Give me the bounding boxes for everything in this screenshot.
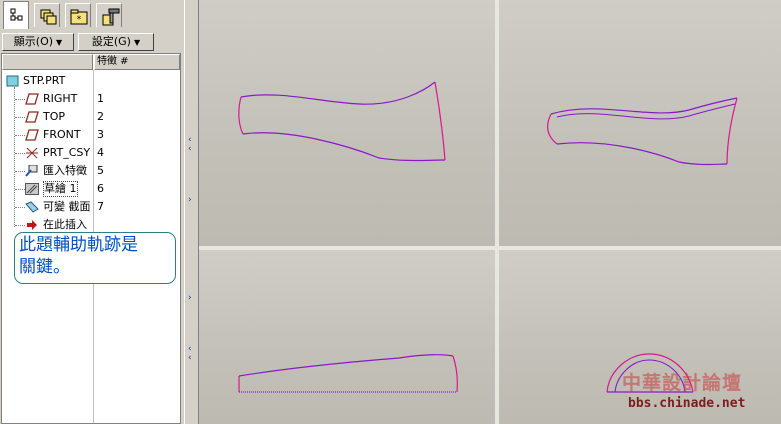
tree-item-front[interactable]: FRONT [24, 127, 94, 143]
tree-item-top[interactable]: TOP [24, 109, 94, 125]
watermark-url: bbs.chinade.net [628, 396, 746, 411]
sketch-icon [25, 183, 39, 195]
tree-header-name-column[interactable] [2, 54, 93, 70]
tree-header: 特徵 # [2, 54, 180, 70]
callout-line-2: 關鍵。 [19, 257, 70, 277]
datum-plane-icon [25, 129, 39, 141]
model-tree-panel: * 顯示(O) ▼ 設定(G) ▼ 特徵 # STP.PRT RIGHT 1 T… [0, 0, 185, 424]
feature-number: 6 [97, 182, 104, 195]
datum-plane-icon [25, 93, 39, 105]
callout-line-1: 此題輔助軌跡是 [19, 235, 138, 255]
import-feature-icon [25, 165, 38, 177]
tree-item-label: 匯入特徵 [43, 164, 87, 177]
settings-button[interactable]: 設定(G) ▼ [78, 33, 154, 51]
expand-arrow-icon[interactable]: › [188, 294, 196, 303]
tree-item-label: 可變 截面 [43, 200, 91, 213]
feature-number: 1 [97, 92, 104, 105]
feature-number: 3 [97, 128, 104, 141]
variable-section-sweep-icon [25, 201, 39, 213]
watermark-logo: 中華設計論壇 bbs.chinade.net [622, 368, 772, 416]
viewport-front-view[interactable] [199, 0, 495, 246]
feature-number: 2 [97, 110, 104, 123]
feature-number: 4 [97, 146, 104, 159]
tab-favorites[interactable] [96, 3, 122, 27]
chevron-down-icon: ▼ [133, 38, 141, 47]
tab-layers[interactable] [34, 3, 60, 27]
collapse-arrow-icon[interactable]: ‹ [188, 136, 196, 145]
tree-item-label: 草繪 1 [43, 181, 78, 197]
feature-number: 7 [97, 200, 104, 213]
part-icon [6, 75, 19, 87]
tree-item-label: TOP [43, 110, 66, 123]
collapse-arrow-icon[interactable]: ‹ [188, 345, 196, 354]
folder-icon: * [70, 9, 88, 25]
display-button[interactable]: 顯示(O) ▼ [2, 33, 74, 51]
tree-header-feature-number[interactable]: 特徵 # [94, 54, 180, 70]
tree-item-label: FRONT [43, 128, 81, 141]
feature-number: 5 [97, 164, 104, 177]
tree-item-label: STP.PRT [23, 74, 66, 87]
tab-folder-browser[interactable]: * [65, 3, 91, 27]
svg-text:*: * [77, 15, 82, 25]
panel-tabs: * [0, 0, 185, 30]
tree-item-label: PRT_CSY [43, 146, 91, 159]
collapse-arrow-icon[interactable]: ‹ [188, 354, 196, 363]
tree-item-prt-csys[interactable]: PRT_CSY [24, 145, 94, 161]
tree-item-sketch-1[interactable]: 草繪 1 [24, 181, 94, 197]
viewport-top-view[interactable] [199, 250, 495, 424]
coordinate-system-icon [26, 147, 38, 159]
watermark-title: 中華設計論壇 [622, 372, 743, 394]
sweep-profile-front [238, 81, 446, 162]
model-tree-icon [10, 8, 23, 21]
tree-item-right[interactable]: RIGHT [24, 91, 94, 107]
panel-splitter[interactable]: ‹ ‹ › › ‹ ‹ [184, 0, 199, 424]
sweep-profile-top [238, 354, 458, 393]
sweep-surface-isometric [547, 97, 738, 166]
layers-icon [40, 9, 57, 25]
collapse-arrow-icon[interactable]: ‹ [188, 145, 196, 154]
tree-item-stp-prt[interactable]: STP.PRT [4, 73, 92, 89]
tree-item-label: 在此插入 [43, 218, 87, 231]
tree-item-variable-section[interactable]: 可變 截面 [24, 199, 94, 215]
annotation-callout: 此題輔助軌跡是 關鍵。 [14, 232, 176, 284]
insert-here-arrow-icon [27, 220, 37, 230]
datum-plane-icon [25, 111, 39, 123]
chevron-down-icon: ▼ [56, 38, 63, 47]
expand-arrow-icon[interactable]: › [188, 196, 196, 205]
favorites-icon [102, 8, 120, 26]
tree-item-label: RIGHT [43, 92, 78, 105]
tab-model-tree[interactable] [3, 1, 29, 29]
tree-connector-line [14, 87, 15, 227]
viewport-isometric-view[interactable] [499, 0, 781, 246]
display-button-label: 顯示(O) [13, 35, 54, 48]
tree-item-import-feature[interactable]: 匯入特徵 [24, 163, 94, 179]
settings-button-label: 設定(G) [91, 35, 131, 48]
tree-item-insert-here[interactable]: 在此插入 [24, 217, 94, 233]
